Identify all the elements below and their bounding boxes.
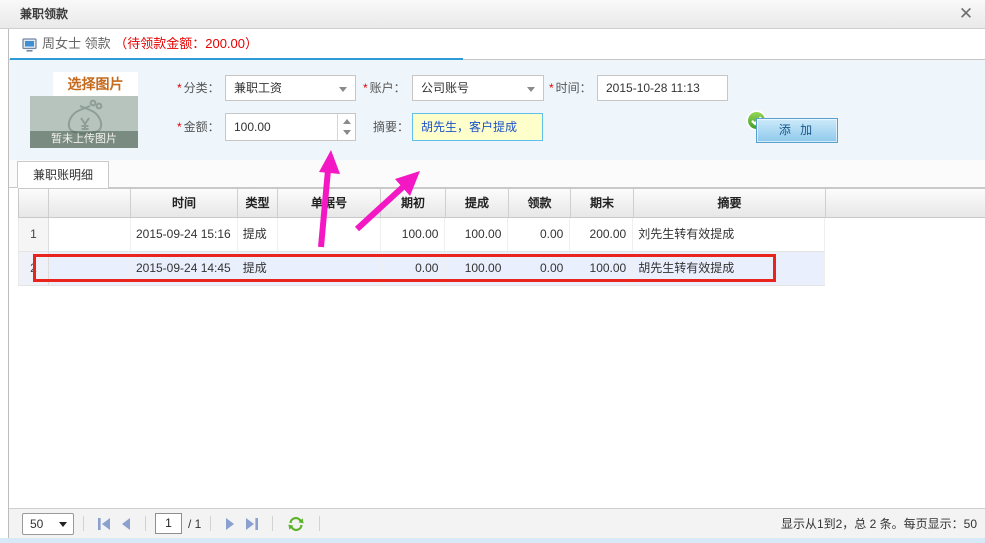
separator [272,516,273,531]
cell-draw: 0.00 [508,218,570,251]
spin-up-icon[interactable] [343,119,351,124]
cell-begin: 100.00 [381,218,446,251]
amount-label: *金额： [177,113,220,141]
pending-amount-text: （待领款金额：200.00） [114,36,258,51]
col-header-docno[interactable]: 单据号 [278,189,381,217]
time-input[interactable]: 2015-10-28 11:13 [597,75,728,101]
next-page-icon [225,518,235,530]
col-header-begin[interactable]: 期初 [381,189,446,217]
choose-image-button[interactable]: 选择图片 [53,72,138,96]
col-header-draw[interactable]: 领款 [509,189,571,217]
cell-blank [49,252,131,285]
table-row[interactable]: 1 2015-09-24 15:16 提成 100.00 100.00 0.00… [18,218,825,252]
title-bar: 兼职领款 ✕ [0,0,985,29]
row-number: 2 [19,252,49,285]
col-header-commission[interactable]: 提成 [446,189,509,217]
account-select[interactable]: 公司账号 [412,75,544,101]
cell-draw: 0.00 [508,252,570,285]
col-header-rownum[interactable] [19,189,49,217]
last-page-icon [245,518,258,530]
category-select[interactable]: 兼职工资 [225,75,356,101]
next-page-button[interactable] [225,518,235,530]
col-header-blank[interactable] [49,189,131,217]
detail-table: 时间 类型 单据号 期初 提成 领款 期末 摘要 1 2015-09-24 15… [18,188,985,286]
pagination-status-text: 显示从1到2，总 2 条。每页显示：50 [781,515,977,532]
refresh-icon [287,516,305,532]
table-row-selected[interactable]: 2 2015-09-24 14:45 提成 0.00 100.00 0.00 1… [18,252,825,286]
user-name-payment: 周女士 领款 [42,36,114,51]
time-label: *时间： [549,75,592,101]
spinner-controls [337,114,355,140]
separator [319,516,320,531]
refresh-button[interactable] [287,516,305,532]
col-header-type[interactable]: 类型 [238,189,278,217]
select-caret-icon [59,522,67,527]
col-header-summary[interactable]: 摘要 [634,189,826,217]
row-number: 1 [19,218,49,251]
cell-begin: 0.00 [381,252,446,285]
image-placeholder[interactable]: 暂未上传图片 [30,96,138,148]
last-page-button[interactable] [245,518,258,530]
cell-summary: 胡先生转有效提成 [633,252,825,285]
col-header-time[interactable]: 时间 [131,189,238,217]
cell-end: 200.00 [570,218,633,251]
separator [83,516,84,531]
user-header-bar: 周女士 领款 （待领款金额：200.00） [9,29,985,60]
close-icon[interactable]: ✕ [955,3,977,25]
spin-down-icon[interactable] [343,130,351,135]
page-background-strip [0,538,985,543]
chevron-down-icon [339,87,347,92]
separator [210,516,211,531]
cell-type: 提成 [238,252,278,285]
category-label: *分类： [177,75,220,101]
cell-docno [278,218,381,251]
dialog-part-time-payment: 兼职领款 ✕ 周女士 领款 （待领款金额：200.00） 选择图片 [0,0,985,543]
cell-time: 2015-09-24 15:16 [131,218,238,251]
page-size-select[interactable]: 50 [22,513,74,535]
dialog-title: 兼职领款 [20,0,68,29]
chevron-down-icon [527,87,535,92]
entry-form: 选择图片 暂未上传图片 *分类： 兼职工资 *账户： 公司账号 [9,60,985,160]
no-image-banner: 暂未上传图片 [30,131,138,148]
prev-page-icon [121,518,131,530]
amount-stepper[interactable]: 100.00 [225,113,356,141]
col-header-filler [826,189,985,217]
page-number-input[interactable]: 1 [155,513,182,534]
summary-label: 摘要： [373,113,409,141]
pagination-bar: 50 1 / 1 [9,508,985,538]
cell-end: 100.00 [570,252,633,285]
add-button[interactable]: 添 加 [756,118,838,143]
first-page-icon [98,518,111,530]
first-page-button[interactable] [98,518,111,530]
user-summary-line: 周女士 领款 （待领款金额：200.00） [42,29,258,59]
prev-page-button[interactable] [121,518,131,530]
monitor-icon [22,38,38,55]
cell-type: 提成 [238,218,278,251]
cell-commission: 100.00 [445,252,508,285]
summary-input[interactable]: 胡先生，客户提成 [412,113,543,141]
cell-time: 2015-09-24 14:45 [131,252,238,285]
total-pages-label: / 1 [188,517,201,531]
cell-docno [278,252,381,285]
table-header-row: 时间 类型 单据号 期初 提成 领款 期末 摘要 [18,188,985,218]
cell-commission: 100.00 [445,218,508,251]
tab-account-detail[interactable]: 兼职账明细 [17,161,109,188]
tab-strip: 兼职账明细 [9,160,985,188]
cell-summary: 刘先生转有效提成 [633,218,825,251]
cell-blank [49,218,131,251]
separator [145,516,146,531]
account-label: *账户： [363,75,406,101]
col-header-end[interactable]: 期末 [571,189,634,217]
